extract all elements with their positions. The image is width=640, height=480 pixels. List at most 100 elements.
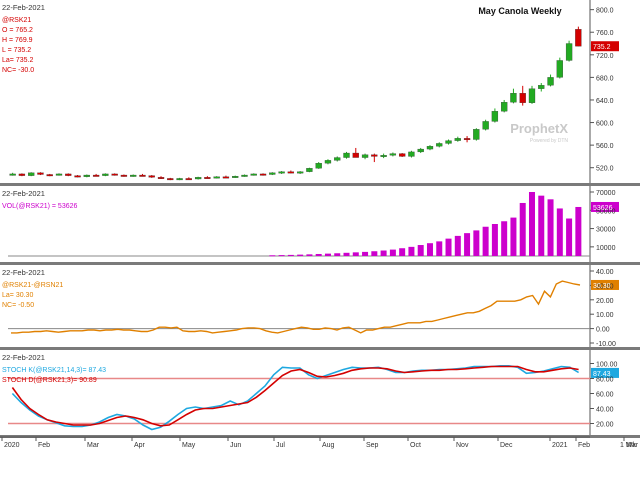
candle-body xyxy=(46,174,53,177)
candle-body xyxy=(426,146,434,150)
candle-body xyxy=(473,129,480,140)
chart-canvas: 22-Feb-2021 @RSK21 O = 765.2 H = 769.9 L = 7… xyxy=(0,0,640,449)
candle-body xyxy=(176,178,183,181)
legend-item: H = 769.9 xyxy=(2,37,33,44)
candle-body xyxy=(399,153,406,157)
candle-body xyxy=(436,143,443,147)
candle-body xyxy=(111,173,118,176)
candle-body xyxy=(37,172,44,175)
volume-bar xyxy=(278,255,285,257)
legend-item: L = 735.2 xyxy=(2,47,31,54)
volume-bar xyxy=(501,221,508,256)
candle-body xyxy=(130,174,137,177)
volume-bar xyxy=(528,192,535,256)
volume-bar xyxy=(547,199,554,256)
volume-bar xyxy=(575,206,582,256)
legend-item: @RSK21 xyxy=(2,17,31,24)
volume-bar xyxy=(445,238,452,256)
volume-bar xyxy=(473,230,480,256)
candle-body xyxy=(491,111,499,122)
y-tick-label: 40.00 xyxy=(596,407,614,414)
legend-item: STOCH K(@RSK21,14,3)= 87.43 xyxy=(2,367,106,374)
volume-bar xyxy=(269,255,276,257)
y-tick-label: 680.0 xyxy=(596,75,614,82)
candle-body xyxy=(547,77,554,86)
candle-body xyxy=(352,152,359,158)
candle-body xyxy=(389,153,397,156)
candle-body xyxy=(371,154,378,157)
y-tick-label: 520.0 xyxy=(596,166,614,173)
y-tick-label: 30000 xyxy=(596,227,616,234)
candle-body xyxy=(501,102,508,112)
volume-bar xyxy=(371,251,378,256)
x-tick-label: Jul xyxy=(276,442,285,449)
volume-bar xyxy=(389,249,396,256)
timeframe-label: 1 Wk xyxy=(620,442,636,449)
last-value-label: 735.2 xyxy=(593,44,611,51)
candle-body xyxy=(361,154,369,158)
candle-body xyxy=(417,148,424,153)
candle-body xyxy=(167,178,174,181)
watermark: ProphetX xyxy=(510,121,568,136)
x-tick-label: Dec xyxy=(500,442,513,449)
candle-body xyxy=(102,173,109,176)
panel-stoch-bg xyxy=(0,350,640,435)
x-tick-label: Feb xyxy=(38,442,50,449)
y-tick-label: 20.00 xyxy=(596,422,614,429)
legend-item: @RSK21-@RSN21 xyxy=(2,282,63,289)
volume-bar xyxy=(408,246,415,256)
legend-item: NC= -0.50 xyxy=(2,302,34,309)
volume-bar xyxy=(538,195,545,256)
volume-bar xyxy=(343,252,350,256)
y-tick-label: 40.00 xyxy=(596,269,614,276)
panel-spread-bg xyxy=(0,265,640,347)
candle-body xyxy=(222,176,230,179)
candle-body xyxy=(408,151,415,157)
volume-bar xyxy=(464,233,471,256)
x-tick-label: Aug xyxy=(322,442,335,449)
candle-body xyxy=(65,173,72,176)
candle-body xyxy=(296,171,304,174)
x-tick-label: May xyxy=(182,442,196,449)
candle-body xyxy=(185,178,192,181)
candle-body xyxy=(334,157,341,161)
candle-body xyxy=(269,172,276,175)
candle-body xyxy=(92,174,100,177)
y-tick-label: 20.00 xyxy=(596,298,614,305)
volume-bar xyxy=(454,235,461,256)
candle-body xyxy=(55,173,63,176)
candle-body xyxy=(148,175,155,178)
legend-item: O = 765.2 xyxy=(2,27,33,34)
candle-body xyxy=(232,176,239,178)
panel-date: 22-Feb-2021 xyxy=(2,189,45,198)
candle-body xyxy=(83,174,90,177)
volume-bar xyxy=(380,250,387,256)
x-tick-label: 2020 xyxy=(4,442,20,449)
panel-separator-1 xyxy=(0,262,640,265)
last-value-label: 53626 xyxy=(593,205,613,212)
candle-body xyxy=(380,155,387,157)
volume-bar xyxy=(352,252,359,256)
y-tick-label: 640.0 xyxy=(596,98,614,105)
legend-item: NC= -30.0 xyxy=(2,67,34,74)
volume-bar xyxy=(482,226,489,256)
y-tick-label: 10.00 xyxy=(596,312,614,319)
y-tick-label: 0.00 xyxy=(596,327,610,334)
volume-bar xyxy=(306,254,313,256)
panel-date: 22-Feb-2021 xyxy=(2,353,45,362)
volume-bar xyxy=(362,251,369,256)
y-tick-label: 10000 xyxy=(596,245,616,252)
candle-body xyxy=(278,171,285,174)
volume-bar xyxy=(436,241,443,256)
candle-body xyxy=(463,138,471,141)
candle-body xyxy=(528,88,536,103)
volume-bar xyxy=(399,248,406,256)
volume-bar xyxy=(566,218,573,256)
candle-body xyxy=(74,175,81,178)
candle-body xyxy=(157,177,165,179)
candle-body xyxy=(445,140,452,144)
candle-body xyxy=(204,177,211,179)
panel-separator-2 xyxy=(0,347,640,350)
panel-separator-0 xyxy=(0,183,640,186)
x-tick-label: 2021 xyxy=(552,442,568,449)
